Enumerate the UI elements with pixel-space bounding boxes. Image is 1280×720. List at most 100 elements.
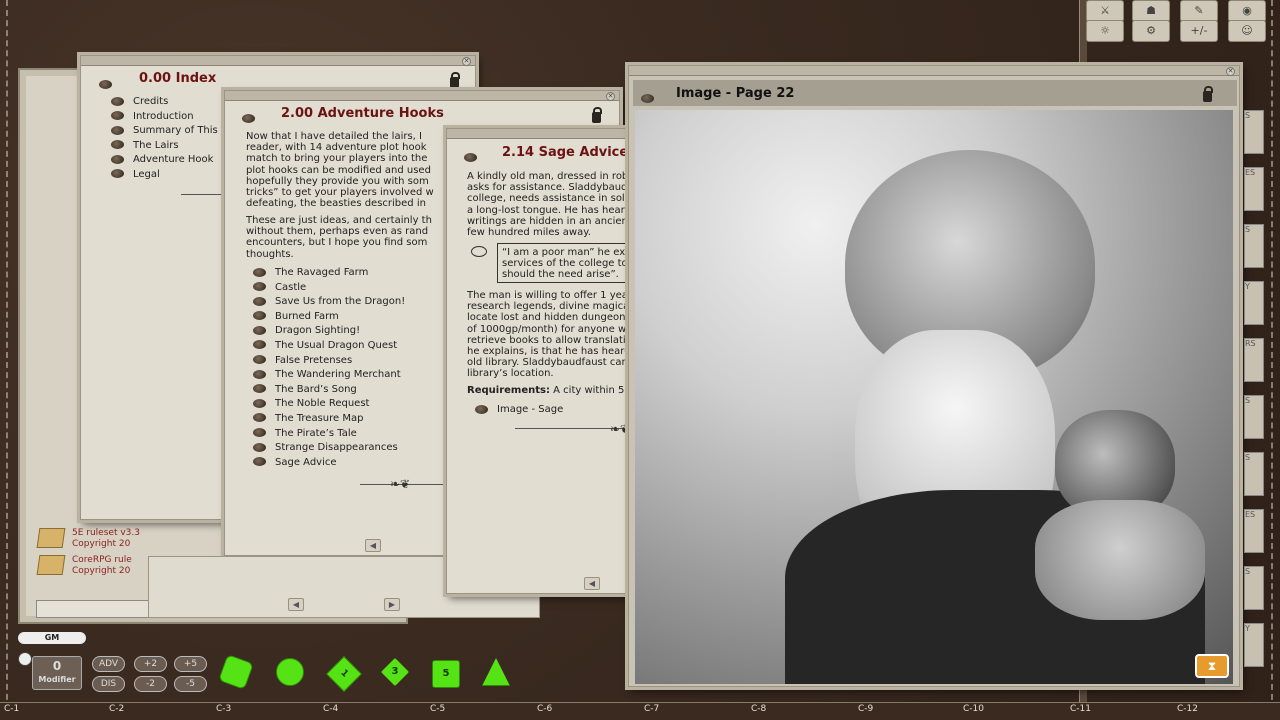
- chat-text: Copyright 20: [72, 539, 131, 549]
- list-item[interactable]: Save Us from the Dragon!: [253, 295, 405, 310]
- sidebar-tab[interactable]: S: [1244, 566, 1264, 610]
- d12-die-icon[interactable]: [276, 658, 304, 686]
- title-bullet-icon: [464, 147, 486, 166]
- list-item[interactable]: Summary of This: [111, 124, 218, 139]
- column-label: C-6: [537, 704, 553, 714]
- list-item[interactable]: The Treasure Map: [253, 412, 405, 427]
- d4-die-icon[interactable]: [482, 658, 510, 686]
- list-item[interactable]: The Noble Request: [253, 397, 405, 412]
- sage-portrait-image[interactable]: [635, 110, 1233, 684]
- sidebar-tab[interactable]: S: [1244, 110, 1264, 154]
- image-link[interactable]: Image - Sage: [475, 403, 563, 418]
- list-item[interactable]: The Lairs: [111, 139, 218, 154]
- settings-tool-icon[interactable]: ⚙: [1132, 20, 1170, 42]
- title-bullet-icon: [242, 108, 264, 127]
- column-label: C-2: [109, 704, 125, 714]
- lighting-tool-icon[interactable]: ☼: [1086, 20, 1124, 42]
- sage-link-list: Image - Sage: [475, 403, 563, 418]
- list-item[interactable]: Legal: [111, 168, 218, 183]
- sidebar-tab[interactable]: S: [1244, 395, 1264, 439]
- column-label: C-12: [1177, 704, 1198, 714]
- hooks-intro-2: These are just ideas, and certainly th wi…: [246, 215, 432, 260]
- minus5-button[interactable]: -5: [174, 676, 207, 692]
- list-item[interactable]: Strange Disappearances: [253, 441, 405, 456]
- list-item[interactable]: Castle: [253, 281, 405, 296]
- list-item[interactable]: The Usual Dragon Quest: [253, 339, 405, 354]
- column-label: C-4: [323, 704, 339, 714]
- list-item[interactable]: Sage Advice: [253, 456, 405, 471]
- d10-die-icon[interactable]: 1: [326, 656, 362, 692]
- speech-bubble-icon: [471, 246, 487, 257]
- combat-tool-icon[interactable]: ⚔: [1086, 0, 1124, 22]
- list-item[interactable]: Introduction: [111, 110, 218, 125]
- window-title: 0.00 Index: [139, 71, 217, 86]
- d20-die-icon[interactable]: [218, 654, 254, 690]
- adv-button[interactable]: ADV: [92, 656, 125, 672]
- sidebar-tab[interactable]: Y: [1244, 623, 1264, 667]
- party-tool-icon[interactable]: ☗: [1132, 0, 1170, 22]
- modifiers-tool-button[interactable]: +/-: [1180, 20, 1218, 42]
- close-icon[interactable]: ✕: [462, 57, 471, 66]
- list-item[interactable]: Credits: [111, 95, 218, 110]
- list-item[interactable]: The Pirate’s Tale: [253, 427, 405, 442]
- d6-die-icon[interactable]: 5: [432, 660, 460, 688]
- scroll-left-button[interactable]: ◀: [365, 539, 381, 552]
- list-item[interactable]: Adventure Hook: [111, 153, 218, 168]
- list-item[interactable]: The Ravaged Farm: [253, 266, 405, 281]
- list-item[interactable]: The Wandering Merchant: [253, 368, 405, 383]
- plus2-button[interactable]: +2: [134, 656, 167, 672]
- leather-stitch-right: [1271, 0, 1273, 720]
- chat-entry-5e: 5E ruleset v3.3 Copyright 20: [36, 528, 148, 552]
- sidebar-tab[interactable]: S: [1244, 224, 1264, 268]
- window-title: 2.00 Adventure Hooks: [281, 106, 444, 121]
- image-resize-icon[interactable]: ⧗: [1195, 654, 1229, 678]
- scroll-left-button[interactable]: ◀: [584, 577, 600, 590]
- sidebar-tab[interactable]: ES: [1244, 167, 1264, 211]
- modifier-box[interactable]: 0 Modifier: [32, 656, 82, 690]
- column-label: C-7: [644, 704, 660, 714]
- column-label: C-1: [4, 704, 20, 714]
- lock-toggle-icon[interactable]: [18, 652, 32, 666]
- window-title: 2.14 Sage Advice: [502, 145, 629, 160]
- window-titlebar[interactable]: [225, 91, 619, 101]
- leather-stitch-left: [6, 0, 8, 720]
- list-item[interactable]: Dragon Sighting!: [253, 324, 405, 339]
- sidebar-tab[interactable]: S: [1244, 452, 1264, 496]
- d8-die-icon[interactable]: 3: [381, 658, 409, 686]
- lock-icon[interactable]: [592, 107, 602, 123]
- title-bullet-icon: [641, 88, 663, 107]
- character-tool-icon[interactable]: ☺: [1228, 20, 1266, 42]
- window-titlebar[interactable]: [81, 56, 475, 66]
- list-item[interactable]: The Bard’s Song: [253, 383, 405, 398]
- index-list: Credits Introduction Summary of This The…: [111, 95, 218, 183]
- minus2-button[interactable]: -2: [134, 676, 167, 692]
- image-window[interactable]: ✕ Image - Page 22 ⧗: [628, 65, 1240, 687]
- divider: [181, 194, 221, 195]
- flourish-icon: ❧❦: [390, 477, 411, 491]
- sidebar-tab[interactable]: Y: [1244, 281, 1264, 325]
- column-label: C-9: [858, 704, 874, 714]
- list-item[interactable]: Burned Farm: [253, 310, 405, 325]
- lock-icon[interactable]: [450, 72, 460, 88]
- close-icon[interactable]: ✕: [1226, 67, 1235, 76]
- gm-label: GM: [18, 632, 86, 644]
- window-titlebar[interactable]: [629, 66, 1239, 76]
- ruleset-icon: [36, 528, 66, 548]
- sidebar-tab[interactable]: ES: [1244, 509, 1264, 553]
- modifier-label: Modifier: [38, 675, 76, 684]
- title-bullet-icon: [99, 74, 121, 93]
- scroll-left-button[interactable]: ◀: [288, 598, 304, 611]
- plus5-button[interactable]: +5: [174, 656, 207, 672]
- column-label: C-10: [963, 704, 984, 714]
- hooks-list: The Ravaged Farm Castle Save Us from the…: [253, 266, 405, 470]
- dis-button[interactable]: DIS: [92, 676, 125, 692]
- lock-icon[interactable]: [1203, 86, 1213, 102]
- scroll-right-button[interactable]: ▶: [384, 598, 400, 611]
- chat-entry-corerpg: CoreRPG rule Copyright 20: [36, 555, 148, 579]
- options-tool-icon[interactable]: ◉: [1228, 0, 1266, 22]
- close-icon[interactable]: ✕: [606, 92, 615, 101]
- sidebar-tab[interactable]: RS: [1244, 338, 1264, 382]
- chat-text: Copyright 20: [72, 566, 131, 576]
- notes-tool-icon[interactable]: ✎: [1180, 0, 1218, 22]
- list-item[interactable]: False Pretenses: [253, 354, 405, 369]
